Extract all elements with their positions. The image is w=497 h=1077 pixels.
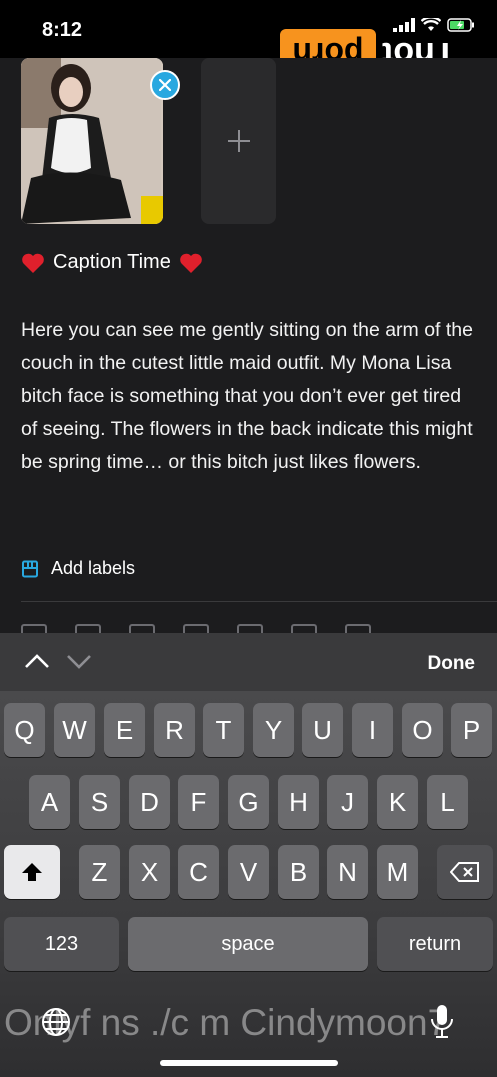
toolbar-icon[interactable] [129,624,155,633]
photo-image [21,58,163,224]
home-indicator[interactable] [160,1060,338,1066]
close-icon [159,79,171,91]
key[interactable]: Z [79,845,120,899]
key[interactable]: K [377,775,418,829]
key[interactable]: V [228,845,269,899]
chevron-down-icon[interactable] [66,652,92,670]
caption-text-field[interactable]: Here you can see me gently sitting on th… [21,314,481,479]
key[interactable]: D [129,775,170,829]
editor-toolbar [21,624,371,633]
numbers-key[interactable]: 123 [4,917,119,971]
toolbar-icon[interactable] [237,624,263,633]
add-media-button[interactable] [201,58,276,224]
key[interactable]: Q [4,703,45,757]
divider [21,601,497,602]
key[interactable]: L [427,775,468,829]
key[interactable]: J [327,775,368,829]
shift-icon [22,863,42,881]
key[interactable]: S [79,775,120,829]
watermark-overlay-text: Onlyf ns ./c m Cindymoon7 [4,1002,449,1043]
heart-icon [180,253,202,273]
add-labels-label: Add labels [51,558,136,578]
keyboard-accessory-bar: Done [0,633,497,691]
toolbar-icon[interactable] [183,624,209,633]
caption-title: Caption Time [21,251,203,274]
toolbar-icon[interactable] [291,624,317,633]
key[interactable]: E [104,703,145,757]
caption-title-text: Caption Time [53,251,171,273]
done-button[interactable]: Done [428,653,476,675]
key[interactable]: X [129,845,170,899]
key[interactable]: O [402,703,443,757]
key[interactable]: W [54,703,95,757]
delete-key[interactable] [437,845,493,899]
key[interactable]: H [278,775,319,829]
key[interactable]: Y [253,703,294,757]
key[interactable]: R [154,703,195,757]
chevron-up-icon[interactable] [24,652,50,670]
shift-key[interactable] [4,845,60,899]
toolbar-icon[interactable] [345,624,371,633]
post-editor: Caption Time Here you can see me gently … [0,58,497,633]
key[interactable]: U [302,703,343,757]
key[interactable]: T [203,703,244,757]
label-icon [22,560,38,577]
heart-icon [22,253,44,273]
status-time: 8:12 [42,19,83,41]
toolbar-icon[interactable] [75,624,101,633]
remove-photo-button[interactable] [150,70,180,100]
backspace-icon [450,862,479,882]
key[interactable]: I [352,703,393,757]
key[interactable]: B [278,845,319,899]
key[interactable]: A [29,775,70,829]
key[interactable]: C [178,845,219,899]
plus-icon [227,130,250,152]
space-key[interactable]: space [128,917,368,971]
key[interactable]: N [327,845,368,899]
return-key[interactable]: return [377,917,493,971]
toolbar-icon[interactable] [21,624,47,633]
key[interactable]: P [451,703,492,757]
key[interactable]: F [178,775,219,829]
add-labels-button[interactable]: Add labels [21,558,135,579]
key[interactable]: G [228,775,269,829]
attached-photo[interactable] [21,58,163,224]
key[interactable]: M [377,845,418,899]
